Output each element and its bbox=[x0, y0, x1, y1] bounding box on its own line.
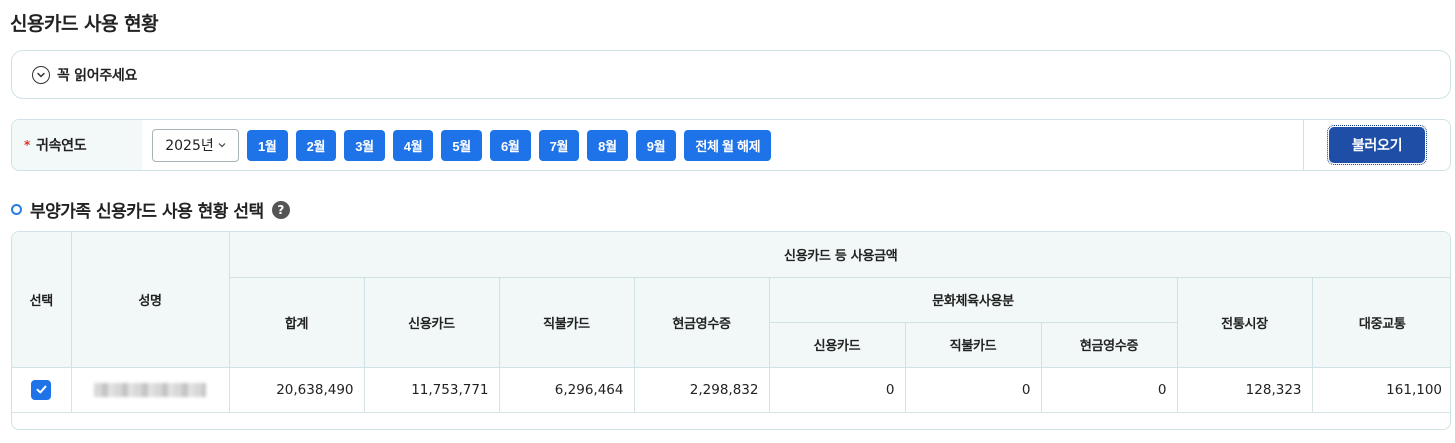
load-button[interactable]: 불러오기 bbox=[1327, 125, 1427, 165]
header-cash-receipt: 현금영수증 bbox=[633, 276, 770, 368]
section-title-text: 부양가족 신용카드 사용 현황 선택 bbox=[30, 202, 264, 222]
month-button-1[interactable]: 1월 bbox=[247, 129, 288, 161]
notice-label: 꼭 읽어주세요 bbox=[57, 67, 138, 84]
redacted-name bbox=[94, 382, 206, 397]
row-checkbox[interactable] bbox=[31, 379, 52, 400]
row-culture-credit: 0 bbox=[768, 366, 906, 413]
check-icon bbox=[36, 385, 47, 394]
row-debit-card: 6,296,464 bbox=[498, 366, 635, 413]
section-title: 부양가족 신용카드 사용 현황 선택 ? bbox=[11, 197, 290, 222]
header-culture-credit: 신용카드 bbox=[769, 321, 906, 368]
notice-toggle[interactable]: 꼭 읽어주세요 bbox=[11, 50, 1451, 99]
page-title: 신용카드 사용 현황 bbox=[10, 13, 159, 35]
help-icon[interactable]: ? bbox=[271, 200, 290, 219]
filter-bar: * 귀속연도 2025년 1월 2월 3월 4월 5월 6월 7월 8월 9월 … bbox=[11, 119, 1451, 171]
row-culture-debit: 0 bbox=[904, 366, 1042, 413]
header-credit-card: 신용카드 bbox=[363, 276, 500, 368]
bullet-icon bbox=[11, 204, 22, 215]
month-button-8[interactable]: 8월 bbox=[587, 129, 628, 161]
row-name-cell bbox=[70, 366, 230, 413]
required-mark: * bbox=[24, 138, 30, 152]
load-button-area: 불러오기 bbox=[1303, 120, 1450, 170]
year-label-text: 귀속연도 bbox=[35, 138, 87, 154]
row-public-transit: 161,100 bbox=[1311, 366, 1450, 413]
row-total: 20,638,490 bbox=[228, 366, 365, 413]
header-traditional-market: 전통시장 bbox=[1176, 276, 1313, 368]
header-culture-debit: 직불카드 bbox=[904, 321, 1042, 368]
chevron-down-circle-icon bbox=[32, 65, 50, 84]
clear-all-months-button[interactable]: 전체 월 해제 bbox=[684, 129, 772, 161]
month-button-4[interactable]: 4월 bbox=[392, 129, 434, 161]
month-button-2[interactable]: 2월 bbox=[295, 129, 337, 161]
header-total: 합계 bbox=[229, 276, 365, 368]
header-debit-card: 직불카드 bbox=[498, 276, 635, 368]
month-button-9[interactable]: 9월 bbox=[635, 129, 677, 161]
row-credit-card: 11,753,771 bbox=[363, 366, 500, 413]
header-select: 선택 bbox=[12, 232, 72, 368]
year-select-value: 2025년 bbox=[165, 138, 214, 154]
row-traditional-market: 128,323 bbox=[1176, 366, 1313, 413]
dependents-card-table: 선택 성명 신용카드 등 사용금액 합계 신용카드 직불카드 현금영수증 문화체… bbox=[11, 231, 1451, 430]
table-row: 20,638,490 11,753,771 6,296,464 2,298,83… bbox=[12, 366, 1450, 413]
header-name: 성명 bbox=[70, 232, 230, 368]
header-culture-sports-group: 문화체육사용분 bbox=[768, 276, 1178, 323]
row-culture-cash: 0 bbox=[1040, 366, 1178, 413]
row-cash-receipt: 2,298,832 bbox=[633, 366, 770, 413]
year-filter-label: * 귀속연도 bbox=[12, 120, 142, 170]
header-card-usage-group: 신용카드 등 사용금액 bbox=[228, 232, 1450, 278]
month-button-3[interactable]: 3월 bbox=[344, 129, 385, 161]
header-public-transit: 대중교통 bbox=[1311, 276, 1450, 368]
row-select-cell bbox=[12, 366, 72, 413]
header-culture-cash: 현금영수증 bbox=[1040, 321, 1177, 368]
month-button-7[interactable]: 7월 bbox=[538, 129, 580, 161]
month-button-5[interactable]: 5월 bbox=[441, 129, 482, 161]
filter-controls: 2025년 1월 2월 3월 4월 5월 6월 7월 8월 9월 전체 월 해제 bbox=[142, 120, 1303, 170]
year-select[interactable]: 2025년 bbox=[152, 128, 239, 162]
month-button-6[interactable]: 6월 bbox=[489, 129, 531, 161]
chevron-down-icon bbox=[218, 137, 226, 153]
